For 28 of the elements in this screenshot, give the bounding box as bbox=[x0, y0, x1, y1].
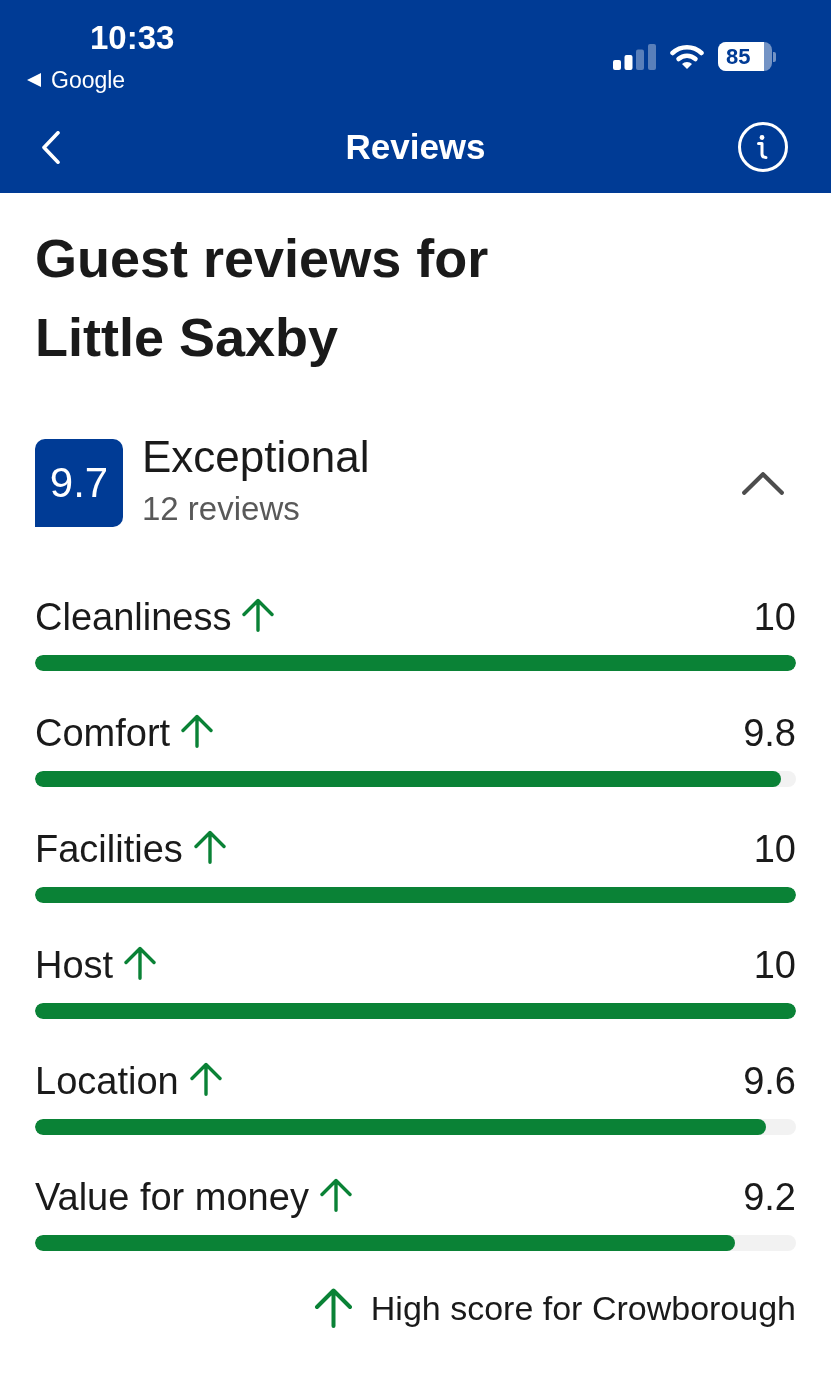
category-label: Location bbox=[35, 1059, 179, 1103]
back-triangle-icon[interactable] bbox=[27, 73, 41, 87]
legend-text: High score for Crowborough bbox=[370, 1288, 796, 1329]
category-score: 10 bbox=[753, 827, 796, 871]
collapse-chevron-icon[interactable] bbox=[742, 472, 784, 495]
rating-label: Exceptional bbox=[142, 434, 370, 480]
back-chevron-icon[interactable] bbox=[42, 130, 60, 164]
category-score: 9.8 bbox=[743, 711, 796, 755]
category-label: Cleanliness bbox=[35, 595, 232, 639]
info-icon[interactable] bbox=[738, 122, 788, 172]
wifi-icon bbox=[670, 44, 704, 69]
battery-indicator: 85 bbox=[718, 42, 776, 71]
category-label: Value for money bbox=[35, 1175, 309, 1219]
up-arrow-icon bbox=[313, 1288, 353, 1328]
category-label: Host bbox=[35, 943, 114, 987]
page-title: Reviews bbox=[345, 126, 486, 168]
status-time: 10:33 bbox=[89, 18, 175, 58]
category-score: 9.2 bbox=[743, 1175, 796, 1219]
review-count: 12 reviews bbox=[142, 489, 301, 529]
category-score: 10 bbox=[753, 595, 796, 639]
back-to-app-link[interactable]: Google bbox=[51, 67, 126, 93]
category-label: Comfort bbox=[35, 711, 171, 755]
category-score: 9.6 bbox=[743, 1059, 796, 1103]
signal-icon bbox=[613, 43, 656, 70]
category-label: Facilities bbox=[35, 827, 183, 871]
page-heading: Guest reviews for Little Saxby bbox=[35, 227, 490, 369]
category-score: 10 bbox=[753, 943, 796, 987]
score-badge: 9.7 bbox=[35, 439, 123, 527]
